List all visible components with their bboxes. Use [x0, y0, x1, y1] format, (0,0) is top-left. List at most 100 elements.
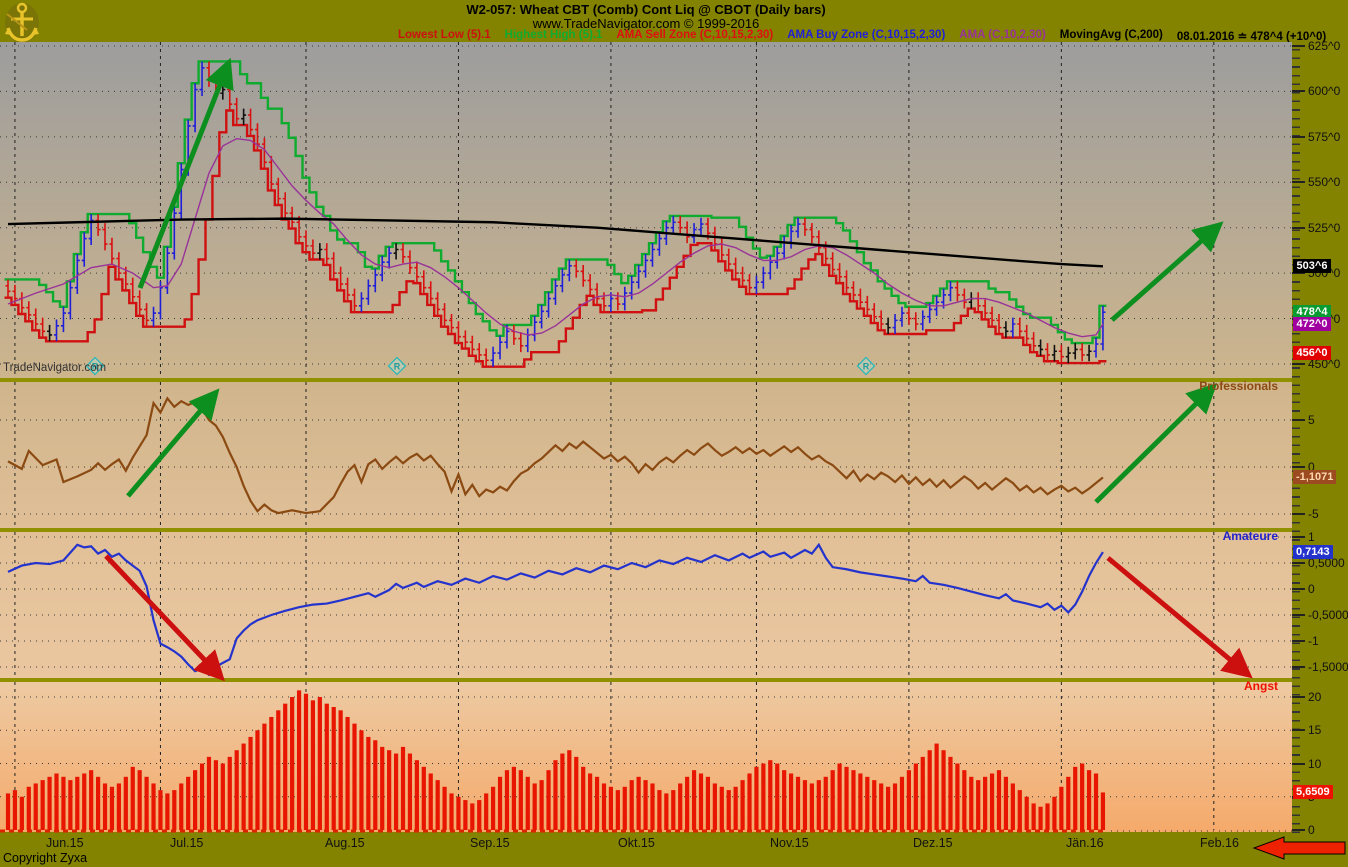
angst-bar	[851, 770, 855, 830]
y-axis-label: 550^0	[1308, 175, 1340, 189]
angst-bar	[900, 777, 904, 830]
y-axis-major-tick	[1292, 562, 1305, 564]
angst-bar	[775, 764, 779, 830]
angst-bar	[1038, 807, 1042, 830]
amateure-line	[8, 545, 1103, 675]
angst-bar	[595, 777, 599, 830]
angst-bar	[61, 777, 65, 830]
angst-bar	[332, 707, 336, 830]
y-axis-major-tick	[1292, 614, 1305, 616]
angst-bar	[553, 760, 557, 830]
y-axis-major-tick	[1292, 729, 1305, 731]
y-axis-label: 625^0	[1308, 39, 1340, 53]
x-axis-label: Aug.15	[325, 836, 365, 850]
x-axis-label: Nov.15	[770, 836, 809, 850]
value-badge-AMA: 472^0	[1293, 317, 1331, 331]
angst-bar	[1045, 803, 1049, 830]
y-axis-major-tick	[1292, 763, 1305, 765]
angst-bar	[82, 773, 86, 830]
down-trend-arrow	[106, 556, 218, 674]
angst-bar	[948, 757, 952, 830]
scroll-left-arrow-icon[interactable]	[1254, 837, 1345, 859]
y-axis-major-tick	[1292, 466, 1305, 468]
angst-bar	[976, 780, 980, 830]
angst-bar	[747, 773, 751, 830]
angst-bar	[886, 787, 890, 830]
angst-bar	[290, 697, 294, 830]
svg-text:R: R	[863, 362, 870, 372]
angst-bar	[477, 800, 481, 830]
angst-bar	[685, 777, 689, 830]
angst-bar	[1087, 770, 1091, 830]
angst-bar	[75, 777, 79, 830]
angst-bar	[817, 780, 821, 830]
angst-bar	[339, 710, 343, 830]
y-axis-label: 600^0	[1308, 84, 1340, 98]
angst-bar	[352, 724, 356, 830]
y-axis-label: 20	[1308, 690, 1321, 704]
angst-bar	[186, 777, 190, 830]
angst-bar	[657, 790, 661, 830]
angst-bar	[623, 787, 627, 830]
y-axis-label: -5	[1308, 507, 1319, 521]
angst-bar	[207, 757, 211, 830]
x-axis-label: Sep.15	[470, 836, 510, 850]
angst-bar	[283, 704, 287, 830]
angst-bar	[138, 770, 142, 830]
angst-bar	[110, 787, 114, 830]
angst-bar	[449, 793, 453, 830]
value-badge-Amateure: 0,7143	[1293, 545, 1333, 559]
angst-bar	[997, 770, 1001, 830]
angst-bar	[962, 770, 966, 830]
value-badge-MovingAvg: 503^6	[1293, 259, 1331, 273]
professionals-line	[8, 398, 1103, 513]
angst-bar	[179, 783, 183, 830]
y-axis-major-tick	[1292, 227, 1305, 229]
y-axis-label: -1	[1308, 634, 1319, 648]
chart-canvas[interactable]: RRR	[0, 0, 1348, 867]
angst-bar	[1004, 777, 1008, 830]
angst-bar	[761, 764, 765, 830]
angst-bar	[602, 783, 606, 830]
y-axis-major-tick	[1292, 829, 1305, 831]
angst-bar	[671, 790, 675, 830]
angst-bar	[810, 783, 814, 830]
x-axis-label: Jun.15	[46, 836, 84, 850]
angst-bar	[1052, 797, 1056, 830]
angst-bar	[914, 764, 918, 830]
y-axis-label: -0,5000	[1308, 608, 1348, 622]
y-axis-major-tick	[1292, 181, 1305, 183]
angst-bar	[228, 757, 232, 830]
angst-bar	[935, 744, 939, 830]
angst-bar	[359, 730, 363, 830]
angst-bar	[1032, 803, 1036, 830]
angst-bar	[255, 730, 259, 830]
angst-bar	[103, 783, 107, 830]
angst-bar	[498, 777, 502, 830]
angst-bar	[68, 780, 72, 830]
angst-bar	[678, 783, 682, 830]
angst-bar	[893, 783, 897, 830]
angst-bar	[193, 770, 197, 830]
angst-bar	[436, 780, 440, 830]
angst-bar	[34, 783, 38, 830]
angst-bar	[158, 790, 162, 830]
svg-text:R: R	[394, 362, 401, 372]
angst-bar	[824, 777, 828, 830]
angst-bar	[533, 783, 537, 830]
angst-bar	[1094, 773, 1098, 830]
value-badge-Lowest Low: 456^0	[1293, 346, 1331, 360]
angst-bar	[831, 770, 835, 830]
x-axis-label: Dez.15	[913, 836, 953, 850]
y-axis-major-tick	[1292, 536, 1305, 538]
angst-bar	[560, 754, 564, 830]
angst-bar	[928, 750, 932, 830]
angst-bar	[727, 790, 731, 830]
angst-bar	[318, 697, 322, 830]
angst-bar	[574, 757, 578, 830]
y-axis-major-tick	[1292, 363, 1305, 365]
angst-bar	[408, 754, 412, 830]
value-badge-Professionals: -1,1071	[1293, 470, 1336, 484]
angst-bar	[373, 740, 377, 830]
angst-bar	[124, 777, 128, 830]
